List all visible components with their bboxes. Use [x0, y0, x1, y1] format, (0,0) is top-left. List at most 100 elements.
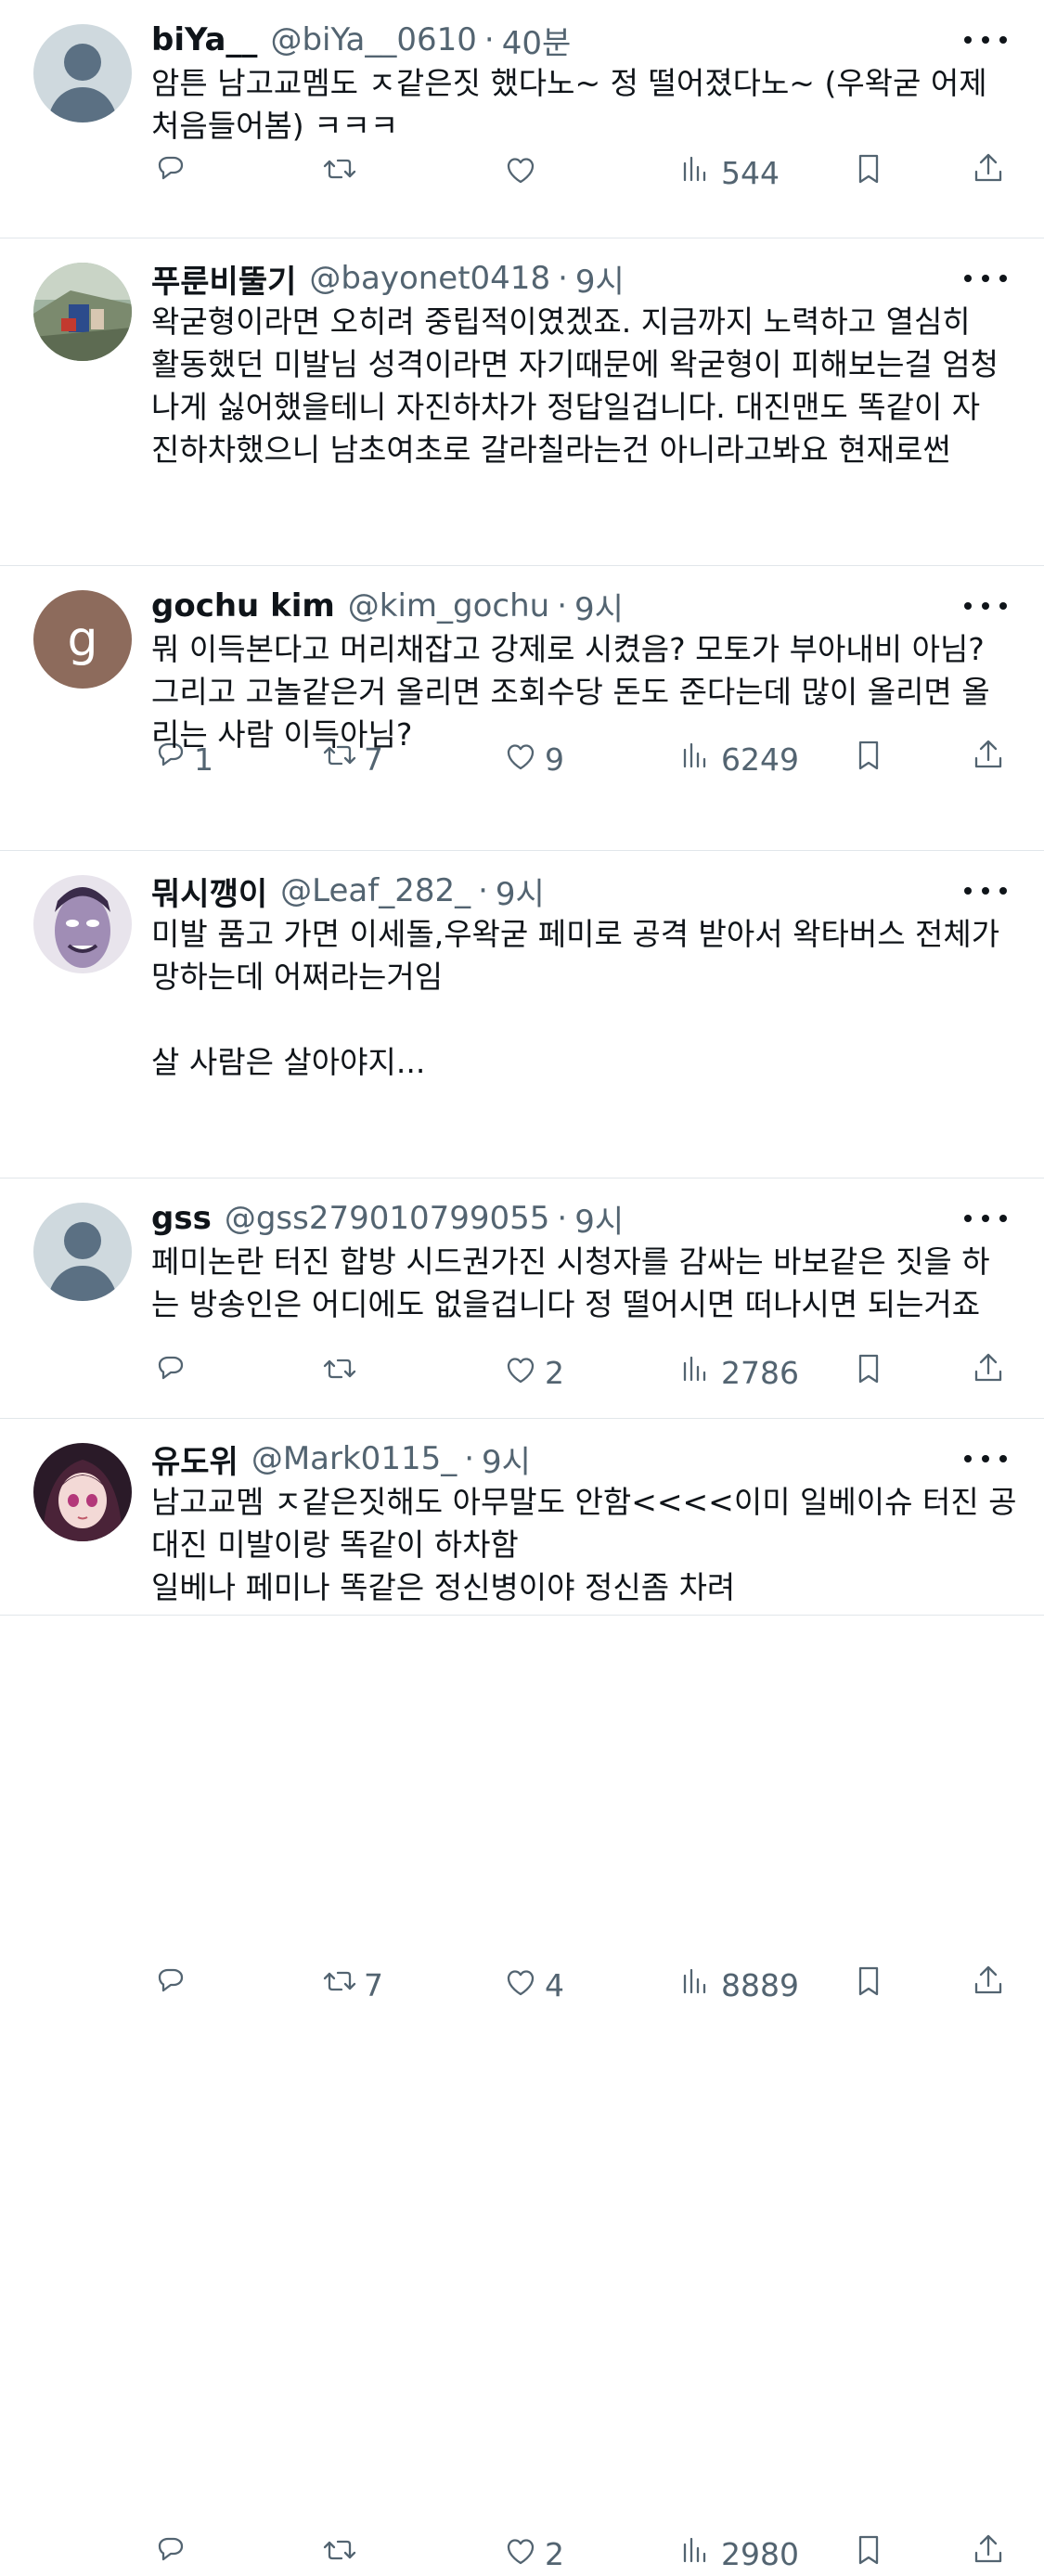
- separator-dot: ·: [464, 1440, 475, 1477]
- tweet-content: gss @gss279010799055 · 9시 페미논란 터진 합방 시드권가진 시…: [151, 1197, 1007, 1326]
- tweet-text-line: 뭐 이득본다고 머리채잡고 강제로 시켰음? 모토가 부아내비 아님?: [151, 631, 985, 667]
- like-button[interactable]: 2: [502, 2531, 564, 2576]
- share-button[interactable]: [970, 1963, 1007, 2007]
- reply-button[interactable]: [151, 1963, 194, 2007]
- tweet-header: gss @gss279010799055 · 9시: [151, 1196, 1007, 1242]
- bookmark-icon: [850, 150, 887, 195]
- retweet-button[interactable]: 7: [321, 1963, 383, 2007]
- bookmark-button[interactable]: [850, 1963, 887, 2007]
- user-handle[interactable]: @bayonet0418: [309, 260, 550, 297]
- tweet-text-line: 페미논란 터진 합방 시드권가진 시청자를 감싸는 바보같은 짓을 하: [151, 1243, 990, 1280]
- avatar[interactable]: [33, 1203, 132, 1301]
- retweets-count: 7: [364, 1966, 383, 2003]
- views-button[interactable]: 8889: [678, 1963, 799, 2007]
- reply-button[interactable]: [151, 150, 194, 195]
- more-options-icon[interactable]: [964, 877, 1007, 905]
- tweet-text-line: 활동했던 미발님 성격이라면 자기때문에 왁굳형이 피해보는걸 엄청: [151, 346, 999, 382]
- tweet[interactable]: 뭐시깽이 @Leaf_282_ · 9시 미발 품고 가면 이세돌,우왁굳 페미로 공격…: [0, 851, 1044, 2003]
- likes-count: 2: [545, 2535, 564, 2572]
- tweet-text-line: 암튼 남고교멤도 ㅈ같은짓 했다노~ 정 떨어졌다노~ (우왁굳 어제: [151, 65, 987, 101]
- user-handle[interactable]: @Leaf_282_: [280, 872, 470, 909]
- tweet[interactable]: g gochu kim @kim_gochu · 9시 뭐 이득본다고 머리채잡고 강제로…: [0, 566, 1044, 1391]
- likes-count: 4: [545, 1966, 564, 2003]
- timestamp[interactable]: 40분: [502, 18, 572, 63]
- tweet-header: 유도위 @Mark0115_ · 9시: [151, 1436, 1007, 1482]
- separator-dot: ·: [557, 1200, 568, 1237]
- tweet-text-line: 진하차했으니 남초여초로 갈라칠라는건 아니라고봐요 현재로썬: [151, 431, 951, 468]
- tweet-header: biYa__ @biYa__0610 · 40분: [151, 18, 1007, 63]
- display-name[interactable]: 뭐시깽이: [151, 869, 267, 914]
- tweet-text-line: 미발 품고 가면 이세돌,우왁굳 페미로 공격 받아서 왁타버스 전체가: [151, 916, 1000, 952]
- tweet[interactable]: biYa__ @biYa__0610 · 40분 암튼 남고교멤도 ㅈ같은짓 했다노~ …: [0, 0, 1044, 238]
- tweet[interactable]: 푸룬비뚤기 @bayonet0418 · 9시 왁굳형이라면 오히려 중립적이였겠죠. …: [0, 238, 1044, 778]
- tweet-text-line: 대진 미발이랑 똑같이 하차함: [151, 1526, 519, 1563]
- tweet-text-line: 망하는데 어쩌라는거임: [151, 959, 444, 995]
- heart-icon: [502, 150, 539, 195]
- share-icon: [970, 2531, 1007, 2576]
- avatar[interactable]: [33, 1443, 132, 1541]
- display-name[interactable]: 푸룬비뚤기: [151, 256, 296, 302]
- retweet-button[interactable]: [321, 2531, 364, 2576]
- display-name[interactable]: biYa__: [151, 21, 257, 58]
- views-button[interactable]: 2980: [678, 2531, 799, 2576]
- user-handle[interactable]: @Mark0115_: [251, 1440, 457, 1477]
- separator-dot: ·: [483, 21, 495, 58]
- timestamp[interactable]: 9시: [574, 584, 624, 629]
- timestamp[interactable]: 9시: [482, 1436, 531, 1482]
- separator-dot: ·: [558, 260, 568, 297]
- tweet-text-line: 리는 사람 이득아님?: [151, 716, 413, 753]
- user-handle[interactable]: @kim_gochu: [348, 587, 549, 625]
- tweet-text: 뭐 이득본다고 머리채잡고 강제로 시켰음? 모토가 부아내비 아님? 그리고 고…: [151, 628, 1007, 756]
- bookmark-button[interactable]: [850, 2531, 887, 2576]
- tweet-feed: biYa__ @biYa__0610 · 40분 암튼 남고교멤도 ㅈ같은짓 했다노~ …: [0, 0, 1044, 2572]
- tweet-actions: 7 4 8889: [151, 1964, 1007, 2005]
- reply-icon: [151, 150, 188, 195]
- avatar[interactable]: [33, 875, 132, 973]
- tweet-text-line: 왁굳형이라면 오히려 중립적이였겠죠. 지금까지 노력하고 열심히: [151, 303, 971, 340]
- views-icon: [678, 2531, 715, 2576]
- retweet-button[interactable]: [321, 150, 364, 195]
- tweet-text: 미발 품고 가면 이세돌,우왁굳 페미로 공격 받아서 왁타버스 전체가망하는데…: [151, 913, 1007, 1084]
- user-handle[interactable]: @gss279010799055: [225, 1200, 550, 1237]
- display-name[interactable]: 유도위: [151, 1436, 238, 1482]
- display-name[interactable]: gss: [151, 1200, 212, 1237]
- views-count: 8889: [721, 1966, 799, 2003]
- display-name[interactable]: gochu kim: [151, 587, 335, 625]
- tweet-actions: 544: [151, 152, 1007, 193]
- more-options-icon[interactable]: [964, 592, 1007, 620]
- tweet-content: 유도위 @Mark0115_ · 9시 남고교멤 ㅈ같은짓해도 아무말도 안함<<<<이…: [151, 1436, 1017, 1609]
- tweet-text: 남고교멤 ㅈ같은짓해도 아무말도 안함<<<<이미 일베이슈 터진 공 대진 미발…: [151, 1481, 1017, 1609]
- tweet[interactable]: 유도위 @Mark0115_ · 9시 남고교멤 ㅈ같은짓해도 아무말도 안함<<<<이…: [0, 1419, 1044, 1616]
- like-button[interactable]: 4: [502, 1963, 564, 2007]
- tweet-text: 왁굳형이라면 오히려 중립적이였겠죠. 지금까지 노력하고 열심히활동했던 미발…: [151, 301, 1007, 471]
- tweet-header: 푸룬비뚤기 @bayonet0418 · 9시: [151, 256, 1007, 302]
- reply-button[interactable]: [151, 2531, 194, 2576]
- like-button[interactable]: [502, 150, 545, 195]
- share-button[interactable]: [970, 2531, 1007, 2576]
- more-options-icon[interactable]: [964, 26, 1007, 54]
- tweet-content: 푸룬비뚤기 @bayonet0418 · 9시 왁굳형이라면 오히려 중립적이였겠죠. …: [151, 257, 1007, 471]
- tweet-actions: 2 2980: [151, 2533, 1007, 2574]
- retweet-icon: [321, 150, 358, 195]
- retweet-icon: [321, 1963, 358, 2007]
- share-button[interactable]: [970, 150, 1007, 195]
- avatar[interactable]: [33, 24, 132, 122]
- timestamp[interactable]: 9시: [574, 1196, 624, 1242]
- views-icon: [678, 1963, 715, 2007]
- views-button[interactable]: 544: [678, 150, 780, 195]
- timestamp[interactable]: 9시: [575, 256, 625, 302]
- bookmark-button[interactable]: [850, 150, 887, 195]
- tweet[interactable]: gss @gss279010799055 · 9시 페미논란 터진 합방 시드권가진 시…: [0, 1179, 1044, 2572]
- more-options-icon[interactable]: [964, 264, 1007, 292]
- more-options-icon[interactable]: [964, 1445, 1007, 1473]
- tweet-text-line: 일베나 페미나 똑같은 정신병이야 정신좀 차려: [151, 1569, 736, 1605]
- views-count: 2980: [721, 2535, 799, 2572]
- more-options-icon[interactable]: [964, 1204, 1007, 1232]
- tweet-text-line: 나게 싫어했을테니 자진하차가 정답일겁니다. 대진맨도 똑같이 자: [151, 389, 981, 425]
- timestamp[interactable]: 9시: [496, 869, 545, 914]
- reply-icon: [151, 1963, 188, 2007]
- tweet-text: 암튼 남고교멤도 ㅈ같은짓 했다노~ 정 떨어졌다노~ (우왁굳 어제 처음들어봄…: [151, 62, 1007, 148]
- user-handle[interactable]: @biYa__0610: [270, 21, 476, 58]
- avatar[interactable]: [33, 263, 132, 361]
- avatar[interactable]: g: [33, 590, 132, 689]
